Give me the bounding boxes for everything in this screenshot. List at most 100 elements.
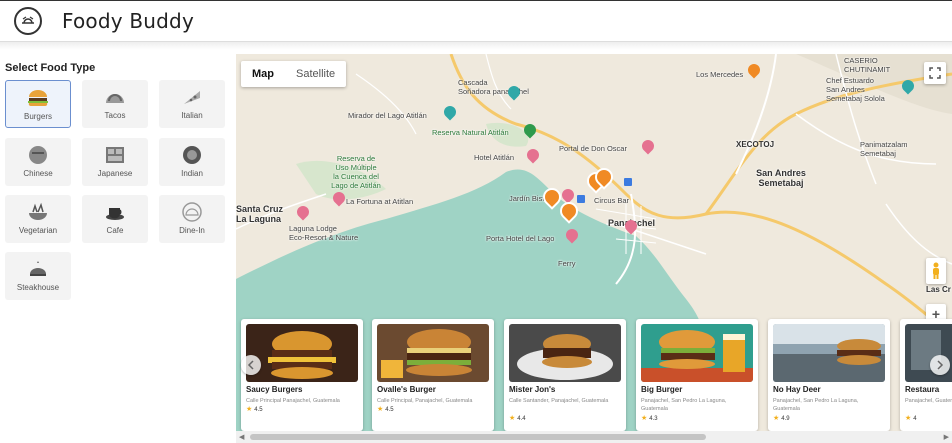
food-type-dine-in[interactable]: Dine-In: [159, 195, 225, 243]
scroll-left-icon[interactable]: ◀: [239, 433, 244, 441]
bus-stop-icon: [577, 195, 585, 203]
map-label-circus-bar: Circus Bar: [594, 196, 630, 205]
restaurant-photo: [773, 324, 885, 382]
food-label: Vegetarian: [18, 226, 58, 235]
food-type-indian[interactable]: Indian: [159, 138, 225, 186]
food-type-burgers[interactable]: Burgers: [5, 80, 71, 128]
steak-icon: [26, 258, 50, 280]
scrollbar-thumb[interactable]: [250, 434, 706, 440]
restaurant-address: Calle Santander, Panajachel, Guatemala: [509, 398, 609, 404]
scroll-right-icon[interactable]: ▶: [944, 433, 949, 441]
restaurant-name: Big Burger: [641, 385, 683, 394]
food-type-japanese[interactable]: Japanese: [82, 138, 148, 186]
restaurant-card[interactable]: No Hay Deer Panajachel, San Pedro La Lag…: [768, 319, 890, 431]
food-label: Dine-In: [179, 226, 205, 235]
chinese-food-icon: [26, 144, 50, 166]
food-label: Japanese: [97, 169, 133, 178]
map-label-las-cruces: Las Cr: [926, 285, 951, 294]
bus-stop-icon: [624, 178, 632, 186]
food-label: Steakhouse: [16, 283, 60, 292]
burger-icon: [26, 87, 50, 109]
map-type-map-button[interactable]: Map: [241, 61, 285, 87]
restaurant-card[interactable]: Big Burger Panajachel, San Pedro La Lagu…: [636, 319, 758, 431]
restaurant-address: Panajachel, San Pedro La Laguna, Guatema…: [641, 398, 727, 412]
map-type-satellite-button[interactable]: Satellite: [285, 61, 346, 87]
restaurant-card[interactable]: Mister Jon's Calle Santander, Panajachel…: [504, 319, 626, 431]
star-icon: ★: [509, 415, 516, 422]
map-label-san-andres: San Andres Semetabaj: [756, 168, 806, 188]
restaurant-address: Calle Principal Panajachel, Guatemala: [246, 398, 340, 404]
star-icon: ★: [773, 415, 780, 422]
taco-icon: [103, 86, 127, 108]
restaurant-photo: [509, 324, 621, 382]
map-label-porta-hotel: Porta Hotel del Lago: [486, 234, 555, 243]
map-label-reserva-uso: Reserva de Uso Múltiple la Cuenca del La…: [331, 154, 381, 190]
map-type-toggle: Map Satellite: [241, 61, 347, 87]
tray-icon[interactable]: [14, 7, 42, 35]
map-label-santa-cruz: Santa Cruz La Laguna: [236, 204, 284, 224]
restaurant-address: Calle Principal, Panajachel, Guatemala: [377, 398, 473, 404]
restaurant-card[interactable]: Restaura Panajachel, Guatemala ★4: [900, 319, 952, 431]
map-view[interactable]: Map Satellite + CASERIO CHUTINAMIT Los M…: [236, 54, 952, 443]
horizontal-scrollbar[interactable]: ◀ ▶: [236, 431, 952, 443]
map-label-chutinamit: CASERIO CHUTINAMIT: [844, 56, 891, 74]
food-label: Tacos: [104, 111, 126, 120]
app-title: Foody Buddy: [62, 9, 194, 33]
curry-icon: [180, 144, 204, 166]
restaurant-rating: ★ 4.3: [641, 415, 658, 422]
map-label-laguna-lodge: Laguna Lodge Eco-Resort & Nature: [289, 224, 359, 242]
food-label: Cafe: [106, 226, 124, 235]
restaurant-rating: ★ 4.5: [246, 406, 263, 413]
fullscreen-icon[interactable]: [924, 62, 946, 84]
map-label-la-fortuna: La Fortuna at Atitlan: [346, 197, 414, 206]
food-type-chinese[interactable]: Chinese: [5, 138, 71, 186]
food-type-tacos[interactable]: Tacos: [82, 80, 148, 128]
restaurant-name: Mister Jon's: [509, 385, 556, 394]
restaurant-address: Panajachel, San Pedro La Laguna, Guatema…: [773, 398, 859, 412]
carousel-prev-button[interactable]: [241, 355, 261, 375]
app-header: Foody Buddy: [0, 0, 952, 42]
restaurant-name: Saucy Burgers: [246, 385, 303, 394]
star-icon: ★: [246, 406, 253, 413]
map-label-portal-don-oscar: Portal de Don Oscar: [559, 144, 627, 153]
restaurant-rating: ★ 4: [905, 415, 917, 422]
map-label-cascada: Cascada Soñadora panajachel: [458, 78, 529, 96]
star-icon: ★: [377, 406, 384, 413]
restaurant-rating: ★ 4.9: [773, 415, 790, 422]
restaurant-name: No Hay Deer: [773, 385, 821, 394]
cloche-icon: [180, 201, 204, 223]
map-label-hotel-atitlan: Hotel Atitlán: [474, 153, 515, 162]
carousel-next-button[interactable]: [930, 355, 950, 375]
restaurant-photo: [246, 324, 358, 382]
pegman-icon[interactable]: [926, 258, 946, 284]
star-icon: ★: [905, 415, 912, 422]
map-label-xecotoj: XECOTOJ: [736, 140, 775, 149]
food-type-steakhouse[interactable]: Steakhouse: [5, 252, 71, 300]
coffee-icon: [103, 201, 127, 223]
salad-icon: [26, 201, 50, 223]
restaurant-name: Ovalle's Burger: [377, 385, 436, 394]
restaurant-rating: ★ 4.5: [377, 406, 394, 413]
restaurant-card[interactable]: Saucy Burgers Calle Principal Panajachel…: [241, 319, 363, 431]
food-type-italian[interactable]: Italian: [159, 80, 225, 128]
restaurant-name: Restaura: [905, 385, 940, 394]
restaurant-photo: [377, 324, 489, 382]
map-label-ferry: Ferry: [558, 259, 576, 268]
map-label-los-mercedes: Los Mercedes: [696, 70, 744, 79]
food-label: Indian: [181, 169, 203, 178]
map-label-mirador: Mirador del Lago Atitlán: [348, 111, 427, 120]
food-type-sidebar: Select Food Type Burgers Tacos Italian C…: [0, 54, 232, 443]
map-label-panimatzalam: Panimatzalam Semetabaj: [860, 140, 908, 158]
sidebar-title: Select Food Type: [5, 62, 96, 74]
restaurant-photo: [641, 324, 753, 382]
bento-icon: [103, 144, 127, 166]
food-type-vegetarian[interactable]: Vegetarian: [5, 195, 71, 243]
pizza-icon: [180, 86, 204, 108]
restaurant-card[interactable]: Ovalle's Burger Calle Principal, Panajac…: [372, 319, 494, 431]
food-label: Italian: [181, 111, 203, 120]
food-label: Burgers: [23, 112, 52, 121]
star-icon: ★: [641, 415, 648, 422]
map-label-reserva-natural: Reserva Natural Atitlán: [432, 128, 509, 137]
food-type-cafe[interactable]: Cafe: [82, 195, 148, 243]
food-label: Chinese: [23, 169, 53, 178]
